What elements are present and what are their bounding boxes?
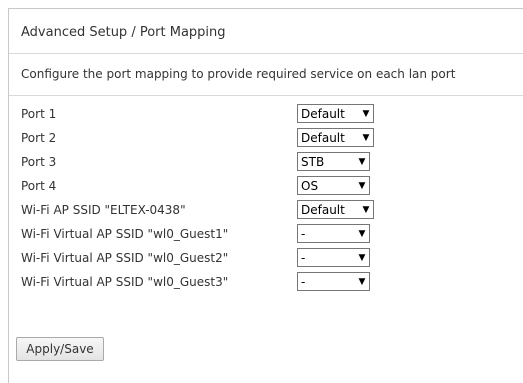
mapping-label: Wi-Fi Virtual AP SSID "wl0_Guest3" bbox=[21, 275, 229, 289]
select-value: Default bbox=[301, 202, 345, 217]
title-divider bbox=[9, 53, 523, 54]
chevron-down-icon: ▼ bbox=[358, 180, 366, 191]
mapping-label: Port 3 bbox=[21, 155, 57, 169]
select-value: - bbox=[301, 250, 306, 265]
mapping-label: Port 1 bbox=[21, 107, 57, 121]
select-value: OS bbox=[301, 178, 319, 193]
mapping-row-guest-3: Wi-Fi Virtual AP SSID "wl0_Guest3" - ▼ bbox=[21, 270, 521, 294]
select-value: - bbox=[301, 226, 306, 241]
port-4-service-select[interactable]: OS ▼ bbox=[297, 176, 370, 195]
guest-2-service-select[interactable]: - ▼ bbox=[297, 248, 370, 267]
select-value: - bbox=[301, 274, 306, 289]
chevron-down-icon: ▼ bbox=[362, 204, 370, 215]
apply-save-button[interactable]: Apply/Save bbox=[16, 337, 104, 361]
chevron-down-icon: ▼ bbox=[358, 228, 366, 239]
port-3-service-select[interactable]: STB ▼ bbox=[297, 152, 370, 171]
page-description: Configure the port mapping to provide re… bbox=[21, 67, 456, 81]
mapping-label: Port 4 bbox=[21, 179, 57, 193]
mapping-label: Wi-Fi AP SSID "ELTEX-0438" bbox=[21, 203, 186, 217]
description-divider bbox=[9, 95, 523, 96]
mapping-row-port-1: Port 1 Default ▼ bbox=[21, 102, 521, 126]
port-2-service-select[interactable]: Default ▼ bbox=[297, 128, 374, 147]
chevron-down-icon: ▼ bbox=[358, 156, 366, 167]
guest-3-service-select[interactable]: - ▼ bbox=[297, 272, 370, 291]
chevron-down-icon: ▼ bbox=[362, 108, 370, 119]
chevron-down-icon: ▼ bbox=[358, 252, 366, 263]
mapping-label: Wi-Fi Virtual AP SSID "wl0_Guest1" bbox=[21, 227, 229, 241]
port-mapping-list: Port 1 Default ▼ Port 2 Default ▼ Port 3… bbox=[21, 102, 521, 294]
select-value: Default bbox=[301, 130, 345, 145]
mapping-label: Wi-Fi Virtual AP SSID "wl0_Guest2" bbox=[21, 251, 229, 265]
chevron-down-icon: ▼ bbox=[362, 132, 370, 143]
guest-1-service-select[interactable]: - ▼ bbox=[297, 224, 370, 243]
select-value: STB bbox=[301, 154, 325, 169]
mapping-row-guest-2: Wi-Fi Virtual AP SSID "wl0_Guest2" - ▼ bbox=[21, 246, 521, 270]
mapping-row-wifi-ap: Wi-Fi AP SSID "ELTEX-0438" Default ▼ bbox=[21, 198, 521, 222]
mapping-label: Port 2 bbox=[21, 131, 57, 145]
mapping-row-guest-1: Wi-Fi Virtual AP SSID "wl0_Guest1" - ▼ bbox=[21, 222, 521, 246]
port-1-service-select[interactable]: Default ▼ bbox=[297, 104, 374, 123]
page-title: Advanced Setup / Port Mapping bbox=[21, 25, 226, 40]
mapping-row-port-2: Port 2 Default ▼ bbox=[21, 126, 521, 150]
select-value: Default bbox=[301, 106, 345, 121]
wifi-ap-service-select[interactable]: Default ▼ bbox=[297, 200, 374, 219]
mapping-row-port-3: Port 3 STB ▼ bbox=[21, 150, 521, 174]
chevron-down-icon: ▼ bbox=[358, 276, 366, 287]
port-mapping-panel: Advanced Setup / Port Mapping Configure … bbox=[8, 8, 523, 383]
mapping-row-port-4: Port 4 OS ▼ bbox=[21, 174, 521, 198]
